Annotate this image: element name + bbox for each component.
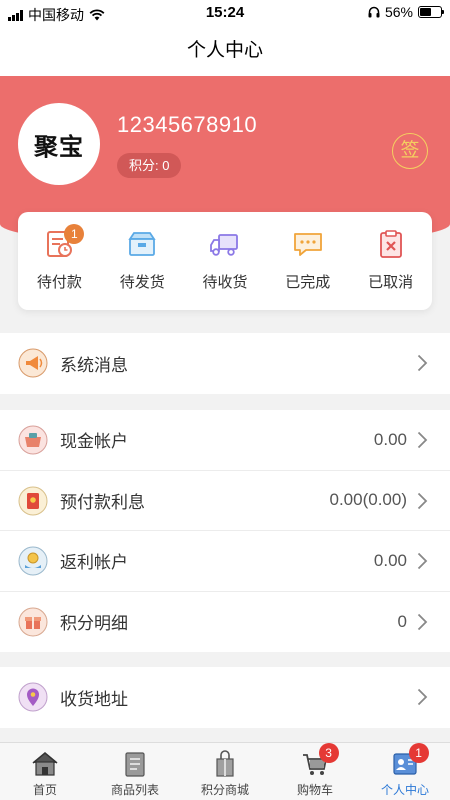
row-value: 0.00 [373, 429, 407, 449]
gift-box-icon [18, 607, 48, 636]
avatar[interactable]: 聚宝 [18, 103, 100, 185]
status-right: 56% [368, 4, 444, 20]
row-label: 系统消息 [60, 355, 128, 375]
order-status-card: 1 待付款 待发货 待收货 已完成 已取消 [18, 212, 432, 310]
profile-badge: 1 [408, 743, 429, 763]
address-group: 收货地址 [0, 667, 450, 728]
chevron-right-icon [417, 354, 428, 372]
order-label: 待发货 [119, 274, 165, 291]
prepaid-envelope-icon [18, 486, 48, 515]
location-pin-icon [18, 682, 48, 712]
sign-in-button[interactable]: 签 [392, 133, 428, 169]
completed-chat-icon [293, 233, 322, 256]
rebate-coin-icon [18, 546, 48, 576]
order-cancelled[interactable]: 已取消 [349, 212, 432, 310]
cart-badge: 3 [318, 743, 339, 763]
order-label: 待付款 [36, 274, 82, 291]
order-label: 已取消 [368, 274, 414, 291]
order-label: 待收货 [202, 274, 248, 291]
product-list-icon [125, 752, 145, 777]
nav-bar: 个人中心 [0, 26, 450, 76]
avatar-logo-text: 聚宝 [34, 131, 84, 161]
tab-label: 购物车 [296, 783, 333, 797]
tab-product-list[interactable]: 商品列表 [90, 743, 180, 800]
chevron-right-icon [417, 552, 428, 570]
pending-shipment-icon [128, 232, 156, 256]
megaphone-icon [18, 348, 48, 378]
chevron-right-icon [417, 613, 428, 630]
rebate-account-row[interactable]: 返利帐户 0.00 [0, 531, 450, 592]
headphones-icon [368, 6, 380, 18]
tab-cart[interactable]: 3 购物车 [270, 743, 360, 800]
tab-label: 首页 [32, 783, 57, 797]
points-badge[interactable]: 积分: 0 [117, 153, 182, 178]
row-label: 收货地址 [60, 689, 128, 709]
order-completed[interactable]: 已完成 [266, 212, 349, 310]
user-phone: 12345678910 [117, 112, 258, 137]
messages-group: 系统消息 [0, 333, 450, 394]
points-mall-icon [216, 750, 234, 777]
page-title: 个人中心 [186, 40, 263, 61]
chevron-right-icon [417, 492, 428, 509]
order-label: 已完成 [285, 274, 331, 291]
tab-label: 积分商城 [200, 783, 249, 797]
tab-label: 个人中心 [380, 783, 429, 797]
cancelled-clipboard-icon [379, 230, 402, 258]
bottom-tab-bar: 首页 商品列表 积分商城 3 购物车 1 个人中心 [0, 742, 450, 800]
row-label: 现金帐户 [60, 432, 128, 452]
order-pending-receipt[interactable]: 待收货 [184, 212, 267, 310]
battery-icon [418, 6, 444, 18]
chevron-right-icon [417, 688, 428, 706]
accounts-group: 现金帐户 0.00 预付款利息 0.00(0.00) 返利帐户 0.00 积分明… [0, 410, 450, 652]
prepaid-interest-row[interactable]: 预付款利息 0.00(0.00) [0, 471, 450, 531]
tab-label: 商品列表 [110, 783, 159, 797]
battery-percent: 56% [384, 4, 413, 20]
row-value: 0.00 [373, 550, 407, 570]
status-bar: 中国移动 15:24 56% [0, 0, 450, 26]
row-label: 预付款利息 [60, 492, 145, 512]
cash-account-icon [18, 425, 48, 455]
tab-profile[interactable]: 1 个人中心 [360, 743, 450, 800]
row-value: 0 [397, 611, 407, 631]
chevron-right-icon [417, 431, 428, 449]
row-label: 返利帐户 [60, 553, 128, 573]
row-value: 0.00(0.00) [329, 490, 408, 510]
tab-home[interactable]: 首页 [0, 743, 90, 800]
cash-account-row[interactable]: 现金帐户 0.00 [0, 410, 450, 471]
pending-payment-badge: 1 [64, 224, 85, 244]
points-detail-row[interactable]: 积分明细 0 [0, 592, 450, 653]
row-label: 积分明细 [60, 614, 128, 634]
home-icon [32, 752, 58, 776]
system-messages-row[interactable]: 系统消息 [0, 333, 450, 394]
delivery-truck-icon [210, 234, 238, 256]
order-pending-shipment[interactable]: 待发货 [101, 212, 184, 310]
tab-points-mall[interactable]: 积分商城 [180, 743, 270, 800]
shipping-address-row[interactable]: 收货地址 [0, 667, 450, 728]
order-pending-payment[interactable]: 1 待付款 [18, 212, 101, 310]
